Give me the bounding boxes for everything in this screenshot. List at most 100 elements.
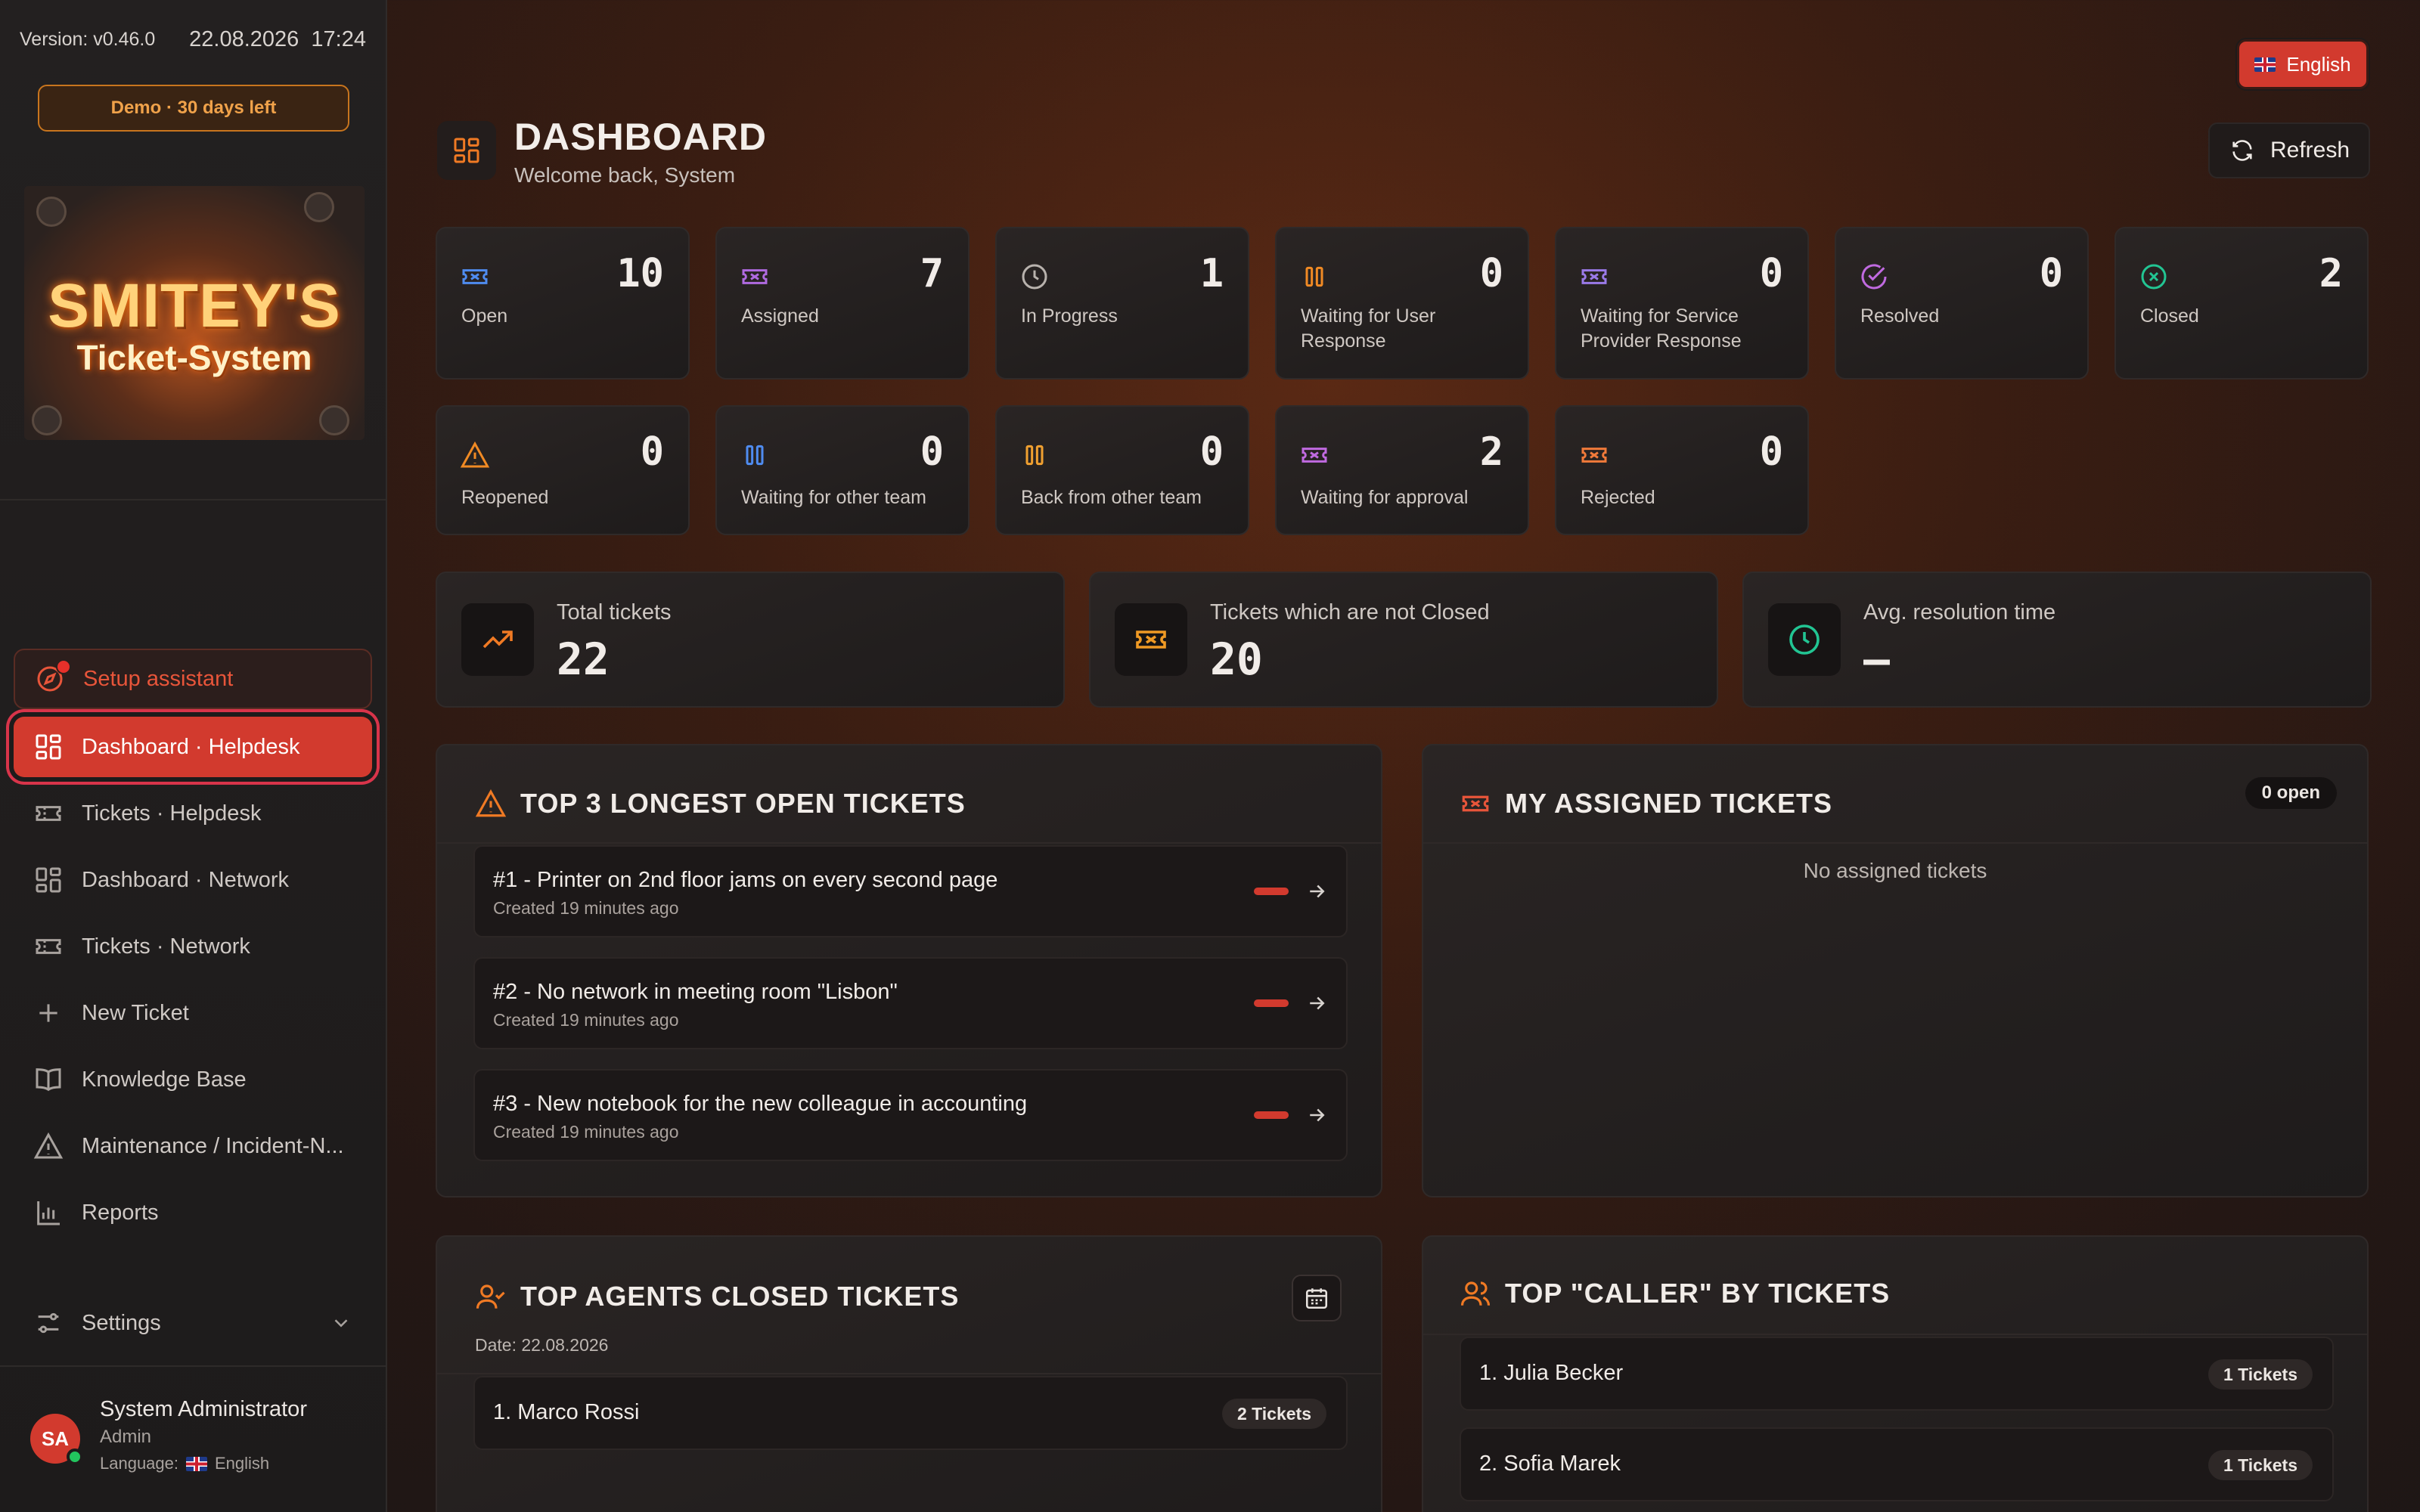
stat-card-back-from-other-team[interactable]: 0 Back from other team: [995, 405, 1249, 535]
nav-knowledge-base[interactable]: Knowledge Base: [14, 1049, 372, 1110]
panel-title-text: TOP "CALLER" BY TICKETS: [1505, 1278, 1891, 1309]
language-label: Language:: [100, 1454, 178, 1473]
stat-label: Rejected: [1581, 487, 1655, 508]
list-item[interactable]: #1 - Printer on 2nd floor jams on every …: [473, 845, 1348, 937]
summary-not-closed: Tickets which are not Closed 20: [1089, 572, 1718, 708]
clock-icon: [1022, 264, 1047, 290]
arrow-right-icon[interactable]: [1305, 992, 1328, 1015]
logo-subtitle: Ticket-System: [76, 338, 312, 377]
priority-indicator: [1254, 1111, 1289, 1119]
ticket-title: #3 - New notebook for the new colleague …: [493, 1092, 1028, 1116]
stat-card-waiting-other-team[interactable]: 0 Waiting for other team: [715, 405, 970, 535]
user-profile[interactable]: SA System Administrator Admin Language: …: [30, 1397, 307, 1473]
stat-value: 0: [920, 429, 944, 475]
stat-card-resolved[interactable]: 0 Resolved: [1835, 227, 2089, 380]
stat-label: Closed: [2140, 305, 2199, 327]
nav-reports[interactable]: Reports: [14, 1182, 372, 1243]
stat-card-open[interactable]: 10 Open: [436, 227, 690, 380]
stat-value: 0: [1759, 251, 1783, 296]
ticket-icon: [742, 269, 768, 284]
pause-icon: [746, 445, 764, 466]
ticket-icon: [36, 939, 61, 954]
dashboard-icon: [36, 867, 61, 893]
language-button-label: English: [2286, 52, 2351, 76]
list-item[interactable]: 1. Julia Becker 1 Tickets: [1460, 1337, 2334, 1411]
language-switch-button[interactable]: English: [2237, 39, 2369, 89]
summary-total-tickets: Total tickets 22: [436, 572, 1065, 708]
stat-card-reopened[interactable]: 0 Reopened: [436, 405, 690, 535]
caller-name: 2. Sofia Marek: [1479, 1452, 1621, 1476]
datetime: 22.08.2026 17:24: [189, 27, 366, 52]
divider: [437, 842, 1381, 844]
list-item[interactable]: 2. Sofia Marek 1 Tickets: [1460, 1427, 2334, 1501]
nav-dashboard-network[interactable]: Dashboard · Network: [14, 850, 372, 910]
nav-label: Tickets · Helpdesk: [82, 801, 262, 826]
ticket-created: Created 19 minutes ago: [493, 1010, 679, 1030]
ticket-icon: [1302, 448, 1327, 463]
nav-settings[interactable]: Settings: [14, 1293, 372, 1353]
stat-label: Waiting for other team: [741, 487, 927, 508]
stat-card-rejected[interactable]: 0 Rejected: [1555, 405, 1809, 535]
chevron-down-icon: [334, 1319, 348, 1328]
nav-label: Reports: [82, 1200, 159, 1225]
nav-tickets-network[interactable]: Tickets · Network: [14, 916, 372, 977]
arrow-right-icon[interactable]: [1305, 880, 1328, 903]
version-bar: Version: v0.46.0 22.08.2026 17:24: [20, 27, 366, 52]
stat-label: Assigned: [741, 305, 819, 327]
stat-card-waiting-provider[interactable]: 0 Waiting for Service Provider Response: [1555, 227, 1809, 380]
panel-title-text: MY ASSIGNED TICKETS: [1505, 788, 1833, 819]
panel-title-text: TOP 3 LONGEST OPEN TICKETS: [520, 788, 966, 819]
pause-icon: [1025, 445, 1044, 466]
summary-label: Tickets which are not Closed: [1210, 600, 1490, 624]
ticket-icon: [1581, 269, 1607, 284]
avatar-initials: SA: [41, 1427, 70, 1450]
summary-value: 20: [1210, 634, 1263, 685]
stat-card-waiting-approval[interactable]: 2 Waiting for approval: [1275, 405, 1529, 535]
nav-maintenance[interactable]: Maintenance / Incident-N...: [14, 1116, 372, 1176]
stat-label: In Progress: [1021, 305, 1118, 327]
stat-value: 10: [616, 251, 664, 296]
date-filter-text: Date: 22.08.2026: [475, 1335, 609, 1355]
stat-card-closed[interactable]: 2 Closed: [2114, 227, 2369, 380]
user-name: System Administrator: [100, 1397, 307, 1421]
refresh-button[interactable]: Refresh: [2208, 122, 2370, 178]
demo-badge: Demo · 30 days left: [38, 85, 349, 132]
nav-label: Tickets · Network: [82, 934, 250, 959]
x-circle-icon: [2141, 264, 2167, 290]
plus-icon: [39, 1004, 57, 1022]
list-item[interactable]: 1. Marco Rossi 2 Tickets: [473, 1376, 1348, 1450]
stat-value: 0: [1479, 251, 1503, 296]
stat-card-in-progress[interactable]: 1 In Progress: [995, 227, 1249, 380]
stat-card-assigned[interactable]: 7 Assigned: [715, 227, 970, 380]
app-logo: SMITEY'S Ticket-System: [24, 186, 365, 440]
warning-icon: [475, 789, 507, 817]
uk-flag-icon: [2254, 57, 2276, 72]
arrow-right-icon[interactable]: [1305, 1104, 1328, 1126]
nav-tickets-helpdesk[interactable]: Tickets · Helpdesk: [14, 783, 372, 844]
nav-label: Dashboard · Network: [82, 867, 289, 892]
ticket-icon: [1581, 448, 1607, 463]
setup-assistant-button[interactable]: Setup assistant: [14, 649, 372, 709]
sliders-icon: [38, 1312, 59, 1334]
ticket-title: #1 - Printer on 2nd floor jams on every …: [493, 868, 998, 892]
ticket-count-badge: 1 Tickets: [2207, 1450, 2313, 1480]
summary-avg-resolution: Avg. resolution time —: [1742, 572, 2372, 708]
divider: [0, 1365, 386, 1367]
nav-new-ticket[interactable]: New Ticket: [14, 983, 372, 1043]
list-item[interactable]: #3 - New notebook for the new colleague …: [473, 1069, 1348, 1161]
calendar-button[interactable]: [1292, 1275, 1342, 1321]
nav-dashboard-helpdesk[interactable]: Dashboard · Helpdesk: [14, 717, 372, 777]
ticket-icon: [462, 269, 488, 284]
logo-title: SMITEY'S: [48, 271, 341, 340]
panel-top-agents: TOP AGENTS CLOSED TICKETS Date: 22.08.20…: [436, 1235, 1382, 1512]
ticket-created: Created 19 minutes ago: [493, 1122, 679, 1142]
empty-state: No assigned tickets: [1803, 859, 1987, 882]
open-count-badge: 0 open: [2245, 777, 2337, 809]
stat-card-waiting-user[interactable]: 0 Waiting for User Response: [1275, 227, 1529, 380]
calendar-icon: [1305, 1288, 1328, 1309]
summary-value: 22: [557, 634, 610, 685]
page-title: DASHBOARD: [514, 116, 767, 158]
list-item[interactable]: #2 - No network in meeting room "Lisbon"…: [473, 957, 1348, 1049]
nav-label: New Ticket: [82, 1000, 189, 1025]
stat-value: 0: [2039, 251, 2063, 296]
